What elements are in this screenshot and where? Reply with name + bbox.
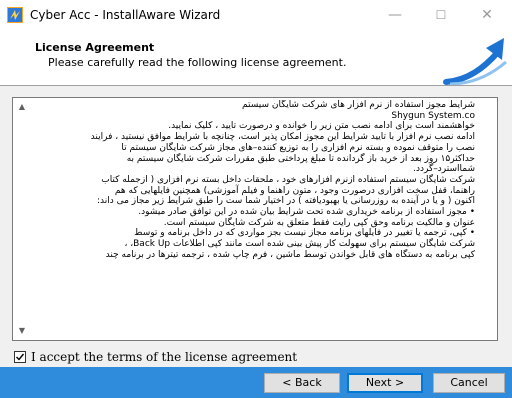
page-subtitle: Please carefully read the following lice…: [48, 56, 347, 69]
checkbox-box[interactable]: [14, 351, 26, 363]
license-text-box[interactable]: شرایط مجوز استفاده از نرم افزار های شرکت…: [12, 97, 498, 341]
window-title: Cyber Acc - InstallAware Wizard: [30, 8, 221, 22]
back-button[interactable]: < Back: [264, 373, 340, 393]
checkmark-icon: [16, 353, 25, 361]
license-line: خواهشمند است برای ادامه نصب متن زیر را خ…: [168, 121, 475, 132]
license-line: شرکت شایگان سیستم برای سهولت کار پیش بین…: [124, 239, 475, 250]
license-line: عنوان و مالکیت برنامه وحق کپی رایت فقط م…: [163, 217, 475, 228]
license-line: Shygun System.co: [391, 110, 475, 121]
page-title: License Agreement: [35, 41, 155, 54]
license-line: شرکت شایگان سیستم استفاده ازنرم افزارهای…: [101, 174, 475, 185]
license-line: • کپی، ترجمه یا تغییر در فایلهای برنامه …: [134, 228, 475, 239]
license-line: شمااسترد–گردد.: [413, 164, 475, 175]
maximize-button[interactable]: ☐: [418, 0, 464, 30]
minimize-button[interactable]: —: [372, 0, 418, 30]
wizard-header: License Agreement Please carefully read …: [0, 30, 512, 86]
accept-terms-label: I accept the terms of the license agreem…: [31, 350, 298, 364]
close-button[interactable]: ✕: [464, 0, 510, 30]
license-line: کپی برنامه به دستگاه های قابل خواندن توس…: [105, 249, 475, 260]
license-line: حداکثر۱۵ روز بعد از خرید باز گردانده تا …: [126, 153, 475, 164]
installaware-app-icon: [7, 7, 23, 23]
installaware-logo-icon: [443, 38, 507, 85]
license-line: اکنون ( و یا در آینده به روزرسانی یا بهب…: [96, 196, 475, 207]
license-line: شرایط مجوز استفاده از نرم افزار های شرکت…: [242, 100, 475, 110]
license-line: راهنما، قفل سخت افزاری درصورت وجود ، متو…: [114, 185, 475, 196]
title-bar: Cyber Acc - InstallAware Wizard — ☐ ✕: [0, 0, 512, 30]
license-text: شرایط مجوز استفاده از نرم افزار های شرکت…: [33, 100, 475, 338]
scroll-down-arrow-icon[interactable]: ▼: [14, 324, 30, 338]
license-line: نصب را متوقف نموده و بسته نرم افزاری را …: [121, 142, 475, 153]
wizard-footer: < Back Next > Cancel: [0, 367, 512, 398]
license-line: • مجوز استفاده از برنامه خریداری شده تحت…: [138, 207, 475, 218]
scroll-up-arrow-icon[interactable]: ▲: [14, 100, 30, 114]
next-button[interactable]: Next >: [347, 373, 423, 393]
license-line: ادامه نصب نرم افزار با تایید شرایط این م…: [90, 132, 475, 143]
cancel-button[interactable]: Cancel: [433, 373, 505, 393]
